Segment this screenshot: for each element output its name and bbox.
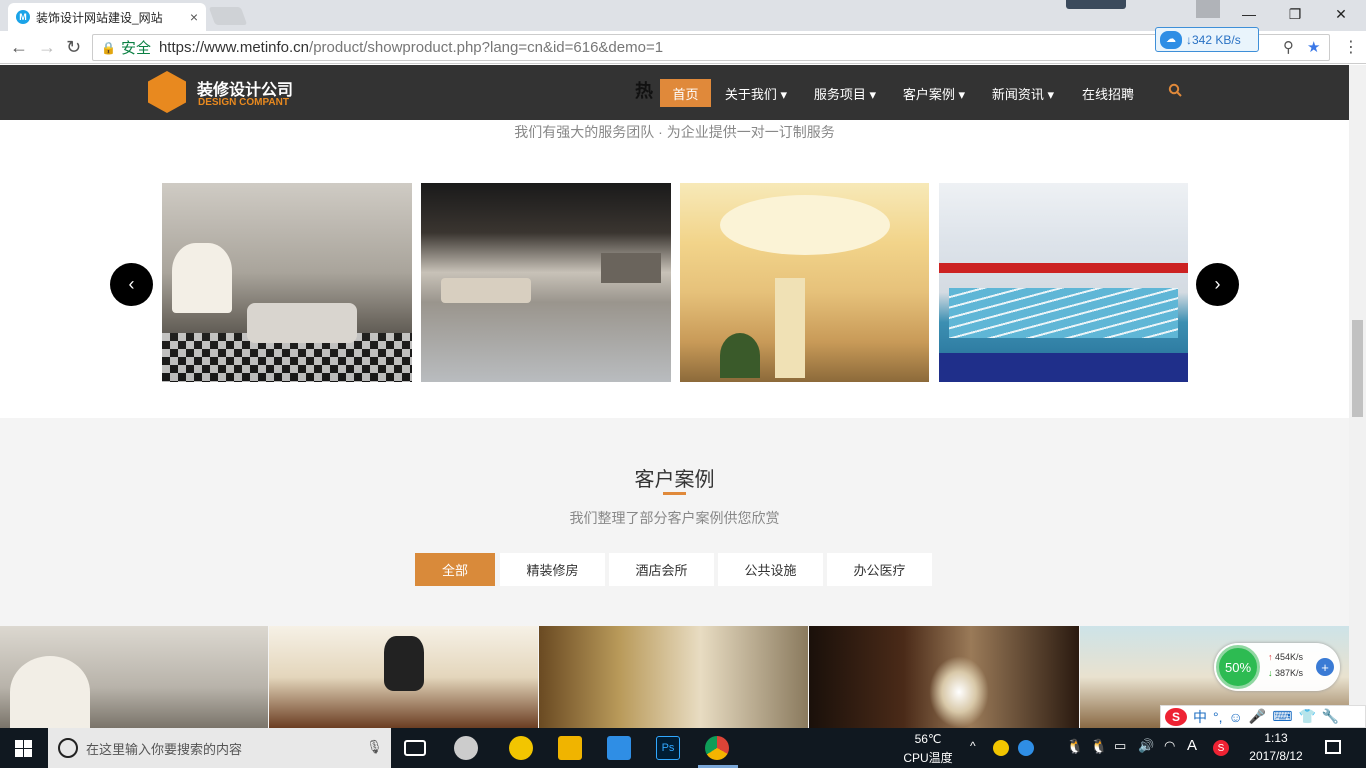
carousel-photo-hotel-hall[interactable] <box>680 183 929 382</box>
filter-hotel-club[interactable]: 酒店会所 <box>609 553 714 586</box>
action-center-icon[interactable] <box>1325 740 1341 754</box>
page-scrollbar[interactable] <box>1349 65 1366 728</box>
baidu-cloud-icon: ☁ <box>1160 30 1182 49</box>
search-icon[interactable] <box>1168 83 1182 97</box>
nav-about[interactable]: 关于我们 ▾ <box>719 79 793 107</box>
file-explorer-icon[interactable] <box>558 736 582 760</box>
site-header: 装修设计公司 DESIGN COMPANT 热 首页 关于我们 ▾ 服务项目 ▾… <box>0 65 1349 120</box>
url-host: https://www.metinfo.cn <box>158 39 310 56</box>
nav-cases[interactable]: 客户案例 ▾ <box>897 79 971 107</box>
new-tab-button[interactable] <box>208 7 248 25</box>
memory-ring: 50% <box>1216 645 1260 689</box>
filter-all[interactable]: 全部 <box>415 553 495 586</box>
back-button[interactable]: ← <box>10 37 28 58</box>
site-favicon-icon: M <box>16 10 30 24</box>
nav-jobs[interactable]: 在线招聘 <box>1075 79 1141 107</box>
windows-start-icon[interactable] <box>15 740 32 757</box>
volume-icon[interactable]: 🔊 <box>1138 738 1154 754</box>
ime-language[interactable]: 中 <box>1193 707 1207 727</box>
sogou-icon[interactable]: S <box>1165 707 1187 726</box>
tab-close-icon[interactable]: × <box>190 9 198 25</box>
tray-baidu-icon[interactable] <box>1018 740 1034 756</box>
filter-office-medical[interactable]: 办公医疗 <box>827 553 932 586</box>
keyboard-icon[interactable]: ⌨ <box>1272 708 1292 725</box>
wifi-icon[interactable]: ◠ <box>1164 738 1175 754</box>
cpu-temp: 56℃ <box>914 732 942 746</box>
title-underline <box>663 492 686 495</box>
lock-icon: 🔒 <box>101 40 116 55</box>
browser-tab[interactable]: M 装饰设计网站建设_网站 × <box>8 3 206 31</box>
tray-qq2-icon[interactable]: 🐧 <box>1090 738 1107 755</box>
cortana-icon <box>58 738 78 758</box>
qihoo-app-icon[interactable] <box>509 736 533 760</box>
case-photo-1[interactable] <box>0 626 268 728</box>
nav-news[interactable]: 新闻资讯 ▾ <box>986 79 1060 107</box>
cases-title: 客户案例 <box>634 469 715 491</box>
cases-subtitle: 我们整理了部分客户案例供您欣赏 <box>569 510 780 526</box>
emoji-icon[interactable]: ☺ <box>1229 709 1243 725</box>
case-photo-4[interactable] <box>809 626 1079 728</box>
photoshop-icon[interactable]: Ps <box>656 736 680 760</box>
zoom-icon[interactable]: ⚲ <box>1283 38 1294 56</box>
address-toolbar: ← → ↻ 🔒 安全 https://www.metinfo.cn/produc… <box>0 27 1366 64</box>
bookmark-star-icon[interactable]: ★ <box>1307 38 1320 56</box>
download-speed-widget: 387K/s <box>1275 668 1304 678</box>
close-window-button[interactable]: ✕ <box>1318 0 1364 28</box>
punctuation-icon[interactable]: °, <box>1213 709 1223 725</box>
baidu-speed-widget[interactable]: ☁ ↓342 KB/s <box>1155 27 1259 52</box>
carousel-photo-living-room[interactable] <box>162 183 412 382</box>
filter-fine-decoration[interactable]: 精装修房 <box>500 553 605 586</box>
carousel-next-button[interactable]: › <box>1196 263 1239 306</box>
maximize-button[interactable]: ❐ <box>1272 0 1318 28</box>
chrome-icon[interactable] <box>705 736 729 760</box>
case-photo-3[interactable] <box>539 626 808 728</box>
mic-icon[interactable]: 🎤 <box>1249 708 1266 725</box>
tray-window-thumb <box>1066 0 1126 9</box>
logo-subtitle: DESIGN COMPANT <box>198 97 289 108</box>
hot-subtitle: 我们有强大的服务团队 · 为企业提供一对一订制服务 <box>514 124 835 140</box>
minimize-button[interactable]: — <box>1226 0 1272 28</box>
logo-cube-icon[interactable] <box>148 71 186 113</box>
carousel-prev-button[interactable]: ‹ <box>110 263 153 306</box>
taskbar-search-box[interactable]: 在这里输入你要搜索的内容 🎙 <box>48 728 391 768</box>
profile-icon[interactable] <box>1196 0 1220 18</box>
wrench-icon[interactable]: 🔧 <box>1322 708 1339 725</box>
tray-qq-icon[interactable]: 🐧 <box>1066 738 1083 755</box>
carousel-photo-lobby[interactable] <box>421 183 671 382</box>
battery-icon[interactable]: ▭ <box>1114 738 1126 754</box>
baidu-netdisk-icon[interactable] <box>607 736 631 760</box>
forward-button[interactable]: → <box>38 37 56 58</box>
network-speed-widget[interactable]: 50% ↑ 454K/s ↓ 387K/s + <box>1214 643 1340 691</box>
ime-toolbar[interactable]: S 中 °, ☺ 🎤 ⌨ 👕 🔧 <box>1160 705 1366 728</box>
scrollbar-thumb[interactable] <box>1352 320 1363 417</box>
accelerate-icon[interactable]: + <box>1316 658 1334 676</box>
windows-taskbar: 在这里输入你要搜索的内容 🎙 Ps 56℃ CPU温度 ^ 🐧 🐧 ▭ 🔊 ◠ … <box>0 728 1366 768</box>
ime-mode-indicator[interactable]: A <box>1187 737 1197 754</box>
filter-public-facility[interactable]: 公共设施 <box>718 553 823 586</box>
carousel-photo-swimming-pool[interactable] <box>939 183 1188 382</box>
skin-icon[interactable]: 👕 <box>1298 708 1315 725</box>
url-field[interactable]: 🔒 安全 https://www.metinfo.cn/product/show… <box>92 34 1330 61</box>
browser-menu-icon[interactable]: ⋮ <box>1343 37 1359 57</box>
clock-time[interactable]: 1:13 <box>1245 731 1307 745</box>
pinwheel-app-icon[interactable] <box>454 736 478 760</box>
case-photo-2[interactable] <box>269 626 538 728</box>
task-view-icon[interactable] <box>404 740 426 756</box>
tab-title: 装饰设计网站建设_网站 <box>36 10 163 25</box>
mic-search-icon[interactable]: 🎙 <box>366 739 383 755</box>
hot-heading-fragment: 热 <box>635 81 653 101</box>
show-hidden-icons[interactable]: ^ <box>970 739 976 753</box>
tray-sogou-icon[interactable]: S <box>1213 740 1229 756</box>
secure-label: 安全 <box>120 40 151 57</box>
nav-home[interactable]: 首页 <box>660 79 711 107</box>
download-speed: ↓342 KB/s <box>1186 32 1241 47</box>
search-placeholder: 在这里输入你要搜索的内容 <box>86 741 243 757</box>
reload-button[interactable]: ↻ <box>66 37 81 58</box>
tray-360-icon[interactable] <box>993 740 1009 756</box>
clock-date[interactable]: 2017/8/12 <box>1245 749 1307 763</box>
cpu-label: CPU温度 <box>903 751 953 765</box>
nav-services[interactable]: 服务项目 ▾ <box>808 79 882 107</box>
url-path: /product/showproduct.php?lang=cn&id=616&… <box>309 39 664 56</box>
upload-speed: 454K/s <box>1275 652 1304 662</box>
